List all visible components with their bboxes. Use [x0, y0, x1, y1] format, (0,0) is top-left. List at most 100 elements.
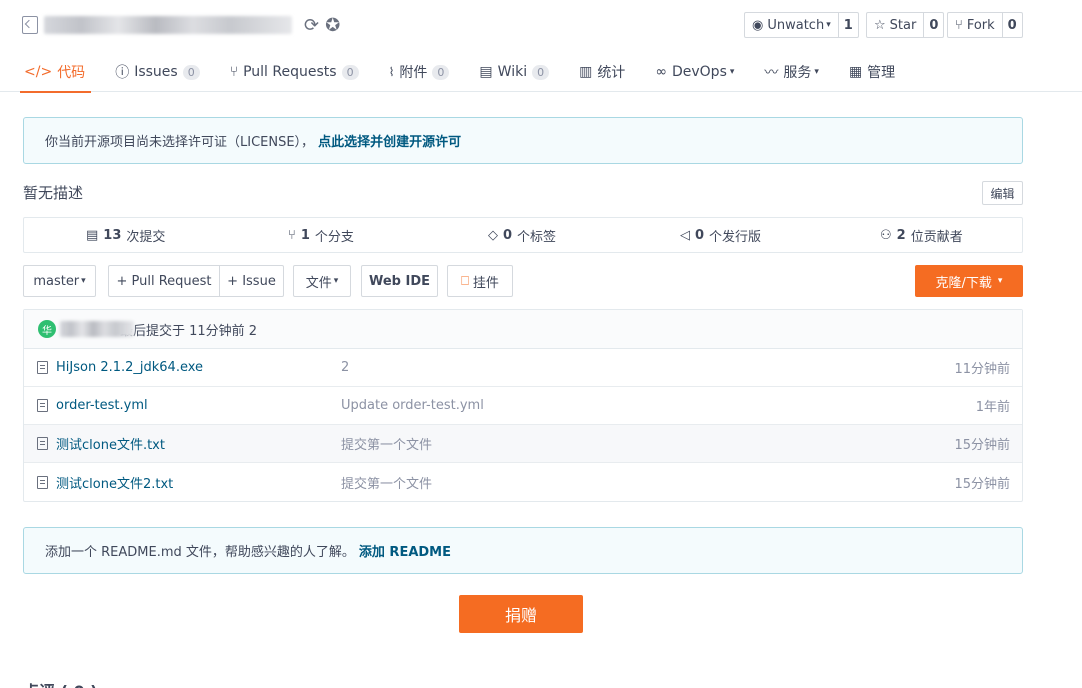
- file-icon: [37, 475, 48, 489]
- avatar[interactable]: 华: [38, 320, 56, 338]
- readme-notice-text: 添加一个 README.md 文件，帮助感兴趣的人了解。: [45, 545, 355, 560]
- file-list: 华 最后提交于 11分钟前 2 HiJson 2.1.2_jdk64.exe 2…: [23, 309, 1023, 502]
- commit-message-link[interactable]: 提交第一个文件: [341, 434, 432, 453]
- repo-title: ⟳ ✪: [22, 12, 340, 38]
- fork-label: Fork: [966, 17, 995, 33]
- watch-button[interactable]: ◉ Unwatch ▾ 1: [744, 12, 859, 38]
- branches-count: 1: [300, 227, 310, 243]
- count-badge: 0: [341, 64, 359, 80]
- web-ide-button[interactable]: Web IDE: [361, 265, 438, 297]
- releases-count: 0: [695, 227, 705, 243]
- tab-label: Issues: [134, 64, 178, 80]
- code-icon: </>: [24, 64, 53, 80]
- fork-count[interactable]: 0: [1001, 13, 1022, 37]
- tab-wiki[interactable]: ▤ Wiki 0: [479, 52, 550, 92]
- bookmark-icon: ⎕: [461, 273, 469, 289]
- table-row: 测试clone文件.txt 提交第一个文件 15分钟前: [24, 425, 1022, 463]
- contributors-icon: ⚇: [880, 227, 892, 243]
- file-menu-label: 文件: [305, 275, 332, 291]
- pulse-icon: 〰: [764, 65, 779, 81]
- star-button[interactable]: ☆ Star 0: [866, 12, 945, 38]
- branch-select[interactable]: master ▾: [23, 265, 96, 297]
- repo-name-redacted[interactable]: [44, 16, 292, 34]
- commits-stat[interactable]: ▤ 13 次提交: [86, 226, 165, 245]
- fork-icon: ⑂: [955, 17, 963, 33]
- tab-statistics[interactable]: ▥ 统计: [579, 52, 625, 92]
- add-readme-link[interactable]: 添加 README: [359, 541, 451, 560]
- tab-label: DevOps: [671, 64, 727, 80]
- tab-label: 管理: [867, 65, 896, 81]
- create-license-link[interactable]: 点此选择并创建开源许可: [318, 131, 461, 150]
- new-pull-request-label: + Pull Request: [116, 273, 212, 289]
- commit-message-link[interactable]: 提交第一个文件: [341, 473, 432, 492]
- info-icon: ⓘ: [115, 65, 130, 81]
- star-count[interactable]: 0: [923, 13, 943, 37]
- tags-label: 个标签: [517, 229, 557, 245]
- tab-label: Wiki: [497, 64, 528, 80]
- tab-label: Pull Requests: [243, 64, 337, 80]
- tab-code[interactable]: </> 代码: [19, 52, 92, 93]
- file-name-link[interactable]: 测试clone文件.txt: [56, 434, 165, 453]
- sync-icon[interactable]: ⟳: [304, 15, 319, 36]
- commits-label: 次提交: [126, 229, 166, 245]
- fork-button[interactable]: ⑂ Fork 0: [947, 12, 1023, 38]
- contributors-stat[interactable]: ⚇ 2 位贡献者: [880, 226, 963, 245]
- tab-issues[interactable]: ⓘ Issues 0: [115, 52, 200, 92]
- file-menu-button[interactable]: 文件 ▾: [293, 265, 351, 297]
- file-name-link[interactable]: HiJson 2.1.2_jdk64.exe: [56, 360, 203, 375]
- tab-manage[interactable]: ▦ 管理: [849, 52, 895, 92]
- web-ide-label: Web IDE: [368, 273, 431, 289]
- branch-select-value: master: [33, 273, 80, 289]
- tab-services[interactable]: 〰 服务 ▾: [764, 52, 819, 92]
- repo-stats-bar: ▤ 13 次提交 ⑂ 1 个分支 ◇ 0 个标签 ◁ 0 个发行版 ⚇ 2 位贡…: [23, 217, 1023, 253]
- commit-time: 15分钟前: [954, 438, 1010, 453]
- tags-stat[interactable]: ◇ 0 个标签: [488, 226, 556, 245]
- table-row: order-test.yml Update order-test.yml 1年前: [24, 387, 1022, 425]
- wiki-icon: ▤: [479, 64, 493, 80]
- send-icon: ◁: [680, 227, 690, 243]
- author-name-redacted[interactable]: [60, 321, 134, 337]
- comments-title: 点评 ( 0 ): [23, 678, 97, 688]
- file-name-link[interactable]: 测试clone文件2.txt: [56, 473, 173, 492]
- file-icon: [37, 437, 48, 450]
- releases-stat[interactable]: ◁ 0 个发行版: [680, 226, 761, 245]
- commits-count: 13: [103, 227, 122, 243]
- releases-label: 个发行版: [709, 229, 762, 245]
- tags-count: 0: [503, 227, 513, 243]
- widget-button[interactable]: ⎕ 挂件: [447, 265, 513, 297]
- tab-label: 附件: [399, 65, 428, 81]
- edit-description-button[interactable]: 编辑: [982, 181, 1023, 205]
- branch-icon: ⑂: [288, 227, 296, 243]
- watch-label: Unwatch: [767, 17, 825, 33]
- count-badge: 0: [432, 64, 450, 80]
- repo-icon: [22, 16, 38, 34]
- commit-time: 11分钟前: [954, 362, 1010, 377]
- commit-message-link[interactable]: 2: [341, 360, 349, 375]
- contributors-count: 2: [896, 227, 906, 243]
- contributors-label: 位贡献者: [910, 229, 963, 245]
- file-icon: [37, 361, 48, 374]
- repo-nav: </> 代码 ⓘ Issues 0 ⑂ Pull Requests 0 ⌇ 附件…: [19, 52, 925, 93]
- file-name-link[interactable]: order-test.yml: [56, 398, 148, 413]
- chevron-down-icon: ▾: [997, 276, 1003, 286]
- last-commit-text[interactable]: 最后提交于 11分钟前 2: [120, 320, 257, 339]
- commit-icon: ▤: [86, 227, 99, 243]
- file-icon: [37, 399, 48, 412]
- new-issue-button[interactable]: + Issue: [219, 265, 284, 297]
- commit-message-link[interactable]: Update order-test.yml: [341, 398, 484, 413]
- tab-attachments[interactable]: ⌇ 附件 0: [389, 52, 450, 92]
- bar-chart-icon: ▥: [579, 64, 593, 80]
- tag-icon: ◇: [488, 227, 498, 243]
- new-pull-request-button[interactable]: + Pull Request: [108, 265, 219, 297]
- tab-pull-requests[interactable]: ⑂ Pull Requests 0: [230, 52, 359, 92]
- infinity-icon: ∞: [655, 64, 667, 80]
- commit-time: 15分钟前: [954, 476, 1010, 492]
- tab-devops[interactable]: ∞ DevOps ▾: [655, 52, 734, 92]
- donate-button[interactable]: 捐赠: [459, 595, 583, 633]
- branches-stat[interactable]: ⑂ 1 个分支: [288, 226, 354, 245]
- tab-label: 服务: [783, 65, 812, 81]
- gvp-badge-icon[interactable]: ✪: [325, 15, 340, 36]
- repo-description: 暂无描述: [23, 184, 84, 202]
- watch-count[interactable]: 1: [837, 13, 858, 37]
- clone-download-button[interactable]: 克隆/下载 ▾: [915, 265, 1023, 297]
